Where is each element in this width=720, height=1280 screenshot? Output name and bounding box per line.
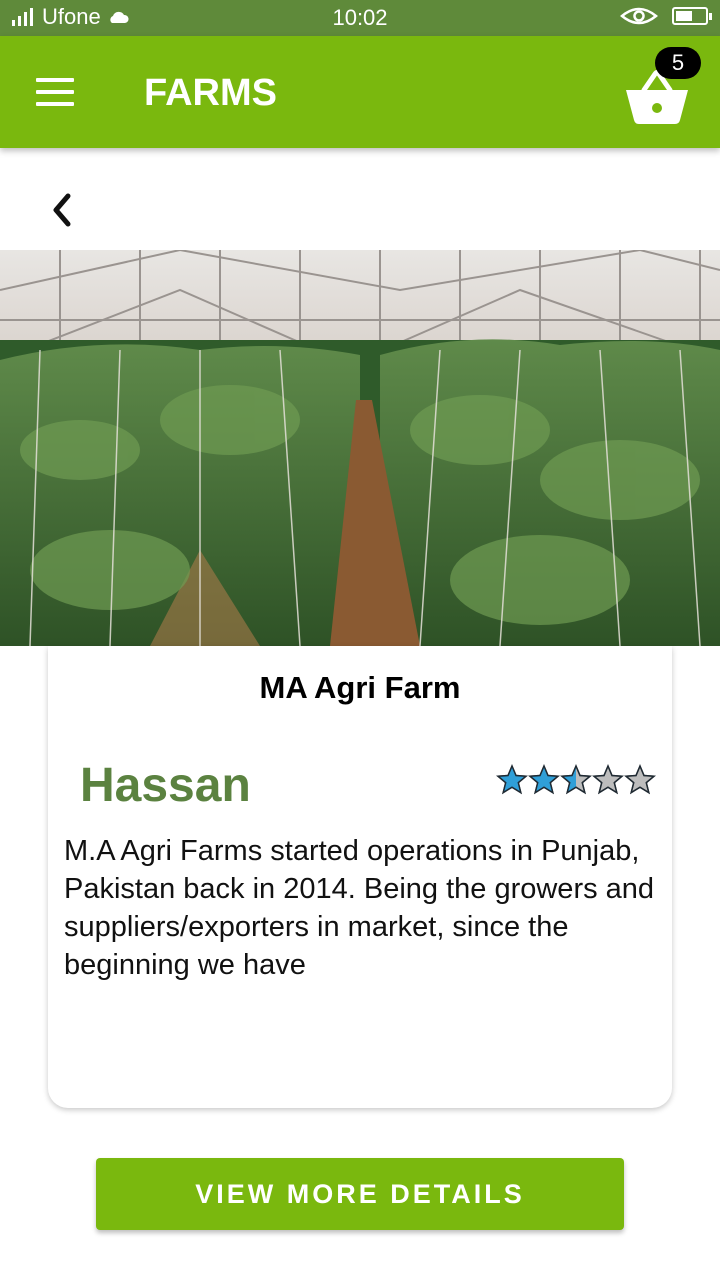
page-title: FARMS (144, 72, 277, 114)
rating-stars (496, 764, 656, 796)
view-more-details-button[interactable]: VIEW MORE DETAILS (96, 1158, 624, 1230)
app-bar: FARMS (0, 36, 720, 148)
farm-card: MA Agri Farm Hassan M.A Agri Farms start… (48, 646, 672, 1108)
star-icon (528, 764, 560, 795)
star-icon (496, 764, 528, 795)
battery-icon (672, 7, 712, 25)
clock: 10:02 (332, 5, 388, 30)
farm-description: M.A Agri Farms started operations in Pun… (64, 835, 655, 980)
star-icon (560, 764, 592, 795)
back-arrow-icon[interactable] (44, 190, 80, 230)
farm-name: MA Agri Farm (259, 670, 461, 705)
star-icon (624, 764, 656, 795)
menu-icon[interactable] (36, 78, 76, 108)
farm-photo (0, 250, 720, 646)
status-bar: Ufone 10:02 (0, 0, 720, 36)
status-right (620, 6, 712, 26)
owner-name: Hassan (80, 759, 251, 812)
eye-icon (620, 7, 658, 25)
star-icon (592, 764, 624, 795)
cart-count-badge: 5 (655, 47, 701, 79)
